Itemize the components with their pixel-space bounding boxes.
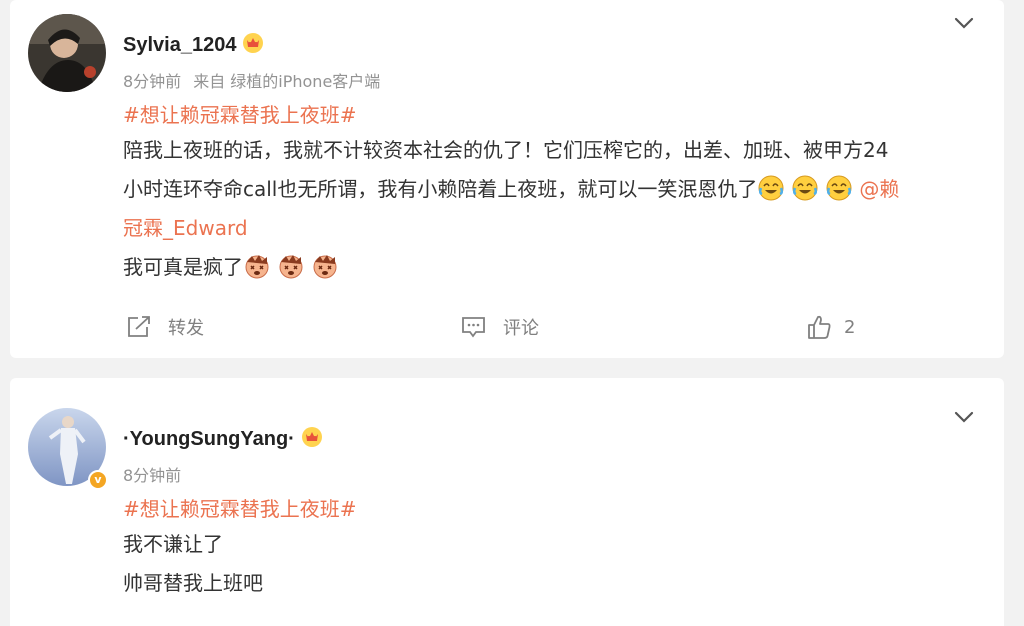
username-text[interactable]: ·YoungSungYang· — [123, 428, 295, 450]
post-meta: 8分钟前 来自 绿植的iPhone客户端 — [123, 68, 380, 92]
post-card: v ·YoungSungYang· 8分钟前 #想让赖冠霖替我上夜班# 我不谦让… — [10, 378, 1004, 626]
post-text-line-2: 帅哥替我上班吧 — [123, 571, 263, 595]
crazy-emoji — [279, 255, 303, 279]
post-text-line-1: 陪我上夜班的话，我就不计较资本社会的仇了！它们压榨它的，出差、加班、被甲方24 — [123, 138, 889, 162]
post-text: 小时连环夺命call也无所谓，我有小赖陪着上夜班，就可以一笑泯恩仇了 — [123, 177, 758, 201]
post-time[interactable]: 8分钟前 — [123, 72, 181, 91]
post-text-line-4: 我可真是疯了 — [123, 248, 345, 287]
vip-crown-icon — [301, 426, 323, 454]
repost-label[interactable]: 转发 — [168, 314, 204, 340]
post-text-line-3: 冠霖_Edward — [123, 209, 248, 248]
laugh-cry-emoji — [792, 175, 818, 201]
mention-link-continued[interactable]: 冠霖_Edward — [123, 216, 248, 240]
post-text-line-2: 小时连环夺命call也无所谓，我有小赖陪着上夜班，就可以一笑泯恩仇了 @赖 — [123, 170, 899, 209]
like-count: 2 — [844, 316, 856, 338]
post-time[interactable]: 8分钟前 — [123, 466, 181, 485]
username[interactable]: ·YoungSungYang· — [123, 426, 323, 454]
laugh-cry-emoji — [826, 175, 852, 201]
verified-badge: v — [88, 470, 108, 490]
post-card: Sylvia_1204 8分钟前 来自 绿植的iPhone客户端 #想让赖冠霖替我… — [10, 0, 1004, 358]
thumbs-up-icon — [808, 315, 831, 339]
post-meta: 8分钟前 — [123, 462, 181, 486]
post-text: 我可真是疯了 — [123, 255, 243, 279]
laugh-cry-emoji — [758, 175, 784, 201]
username-text[interactable]: Sylvia_1204 — [123, 34, 236, 56]
crazy-emoji — [313, 255, 337, 279]
crazy-emoji — [245, 255, 269, 279]
topic-link[interactable]: #想让赖冠霖替我上夜班# — [123, 493, 357, 522]
chevron-down-icon[interactable] — [954, 14, 974, 29]
post-text-line-1: 我不谦让了 — [123, 532, 223, 556]
repost-icon — [128, 316, 150, 337]
mention-link[interactable]: @赖 — [859, 177, 899, 201]
repost-button[interactable]: 转发 — [126, 314, 204, 340]
comment-label[interactable]: 评论 — [503, 314, 539, 340]
vip-crown-icon — [242, 32, 264, 60]
comment-button[interactable]: 评论 — [461, 314, 539, 340]
like-button[interactable]: 2 — [806, 314, 855, 340]
chevron-down-icon[interactable] — [954, 408, 974, 423]
post-source: 来自 绿植的iPhone客户端 — [193, 72, 381, 91]
avatar[interactable] — [28, 14, 106, 92]
username[interactable]: Sylvia_1204 — [123, 32, 264, 60]
topic-link[interactable]: #想让赖冠霖替我上夜班# — [123, 99, 357, 128]
comment-icon — [462, 317, 485, 338]
